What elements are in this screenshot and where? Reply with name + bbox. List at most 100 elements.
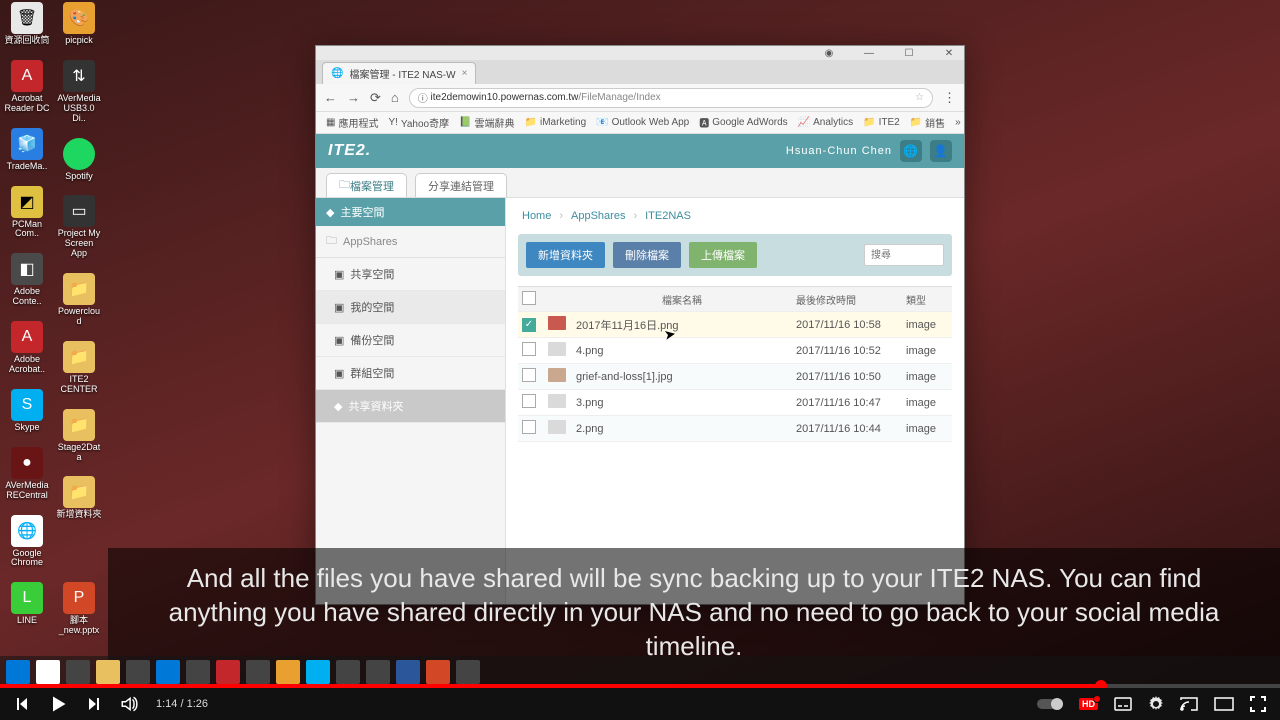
bookmark-item[interactable]: Y! Yahoo奇摩	[388, 115, 449, 130]
forward-button[interactable]: →	[347, 90, 360, 105]
taskbar-icon[interactable]	[186, 660, 210, 684]
taskbar-icon[interactable]	[366, 660, 390, 684]
globe-icon[interactable]: 🌐	[900, 140, 922, 162]
sidebar-item-backup-space[interactable]: ▣ 備份空間	[316, 324, 505, 357]
bookmark-item[interactable]: 📁 iMarketing	[525, 117, 587, 128]
desktop-icon[interactable]: SSkype	[4, 389, 50, 433]
fullscreen-button[interactable]	[1250, 696, 1266, 712]
sidebar-item-shared-folder[interactable]: ◆ 共享資料夾	[316, 390, 505, 423]
desktop-icon[interactable]: 📁新增資料夾	[56, 476, 102, 520]
tab-share-link[interactable]: 分享連結管理	[415, 173, 507, 197]
taskbar-icon[interactable]	[396, 660, 420, 684]
desktop-icon[interactable]: 📁ITE2 CENTER	[56, 341, 102, 395]
bookmark-star-icon[interactable]: ☆	[915, 92, 924, 103]
tab-close-icon[interactable]: ×	[462, 68, 468, 79]
sidebar-folder[interactable]: 🗀 AppShares	[316, 226, 505, 258]
next-button[interactable]	[86, 696, 102, 712]
desktop-icon[interactable]: ▭Project My Screen App	[56, 195, 102, 259]
taskbar-icon[interactable]	[426, 660, 450, 684]
bookmark-item[interactable]: 📁 ITE2	[863, 117, 900, 128]
taskbar-search[interactable]	[36, 660, 60, 684]
bookmark-item[interactable]: 📈 Analytics	[798, 117, 853, 128]
home-button[interactable]: ⌂	[391, 90, 399, 105]
previous-button[interactable]	[14, 696, 30, 712]
desktop-icon[interactable]: ◩PCMan Com..	[4, 186, 50, 240]
bookmark-item[interactable]: ▦ 應用程式	[326, 115, 378, 130]
subtitles-button[interactable]	[1114, 697, 1132, 711]
desktop-icon[interactable]: ●AVerMedia RECentral	[4, 447, 50, 501]
maximize-button[interactable]: ☐	[898, 48, 920, 59]
autoplay-toggle[interactable]	[1037, 697, 1063, 711]
close-button[interactable]: ✕	[938, 48, 960, 59]
tab-file-manage[interactable]: 🗀 檔案管理	[326, 173, 407, 197]
volume-button[interactable]	[120, 695, 138, 713]
taskbar-icon[interactable]	[246, 660, 270, 684]
quality-badge[interactable]: HD	[1079, 698, 1098, 710]
row-checkbox[interactable]	[522, 394, 536, 408]
bookmark-item[interactable]: 📧 Outlook Web App	[596, 117, 689, 128]
taskbar-icon[interactable]	[336, 660, 360, 684]
desktop-icon[interactable]: AAdobe Acrobat..	[4, 321, 50, 375]
bookmark-item[interactable]: 📗 雲端辭典	[459, 115, 514, 130]
desktop-icon[interactable]: 🎨picpick	[56, 2, 102, 46]
browser-tab[interactable]: 🌐 檔案管理 - ITE2 NAS-W ×	[322, 62, 476, 84]
table-row[interactable]: 2.png 2017/11/16 10:44 image	[518, 416, 952, 442]
table-row[interactable]: 4.png 2017/11/16 10:52 image	[518, 338, 952, 364]
desktop-icon[interactable]: 🌐Google Chrome	[4, 515, 50, 569]
upload-button[interactable]: 上傳檔案	[689, 242, 757, 268]
crumb-home[interactable]: Home	[522, 210, 551, 222]
table-row[interactable]: ✓ 2017年11月16日.png 2017/11/16 10:58 image	[518, 312, 952, 338]
col-type[interactable]: 類型	[902, 292, 952, 307]
sidebar-item-my-space[interactable]: ▣ 我的空間	[316, 291, 505, 324]
row-checkbox[interactable]	[522, 368, 536, 382]
search-input[interactable]	[864, 244, 944, 266]
settings-icon[interactable]	[1148, 696, 1164, 712]
desktop-icon[interactable]: 🧊TradeMa..	[4, 128, 50, 172]
desktop-icon[interactable]: AAcrobat Reader DC	[4, 60, 50, 114]
taskbar-icon[interactable]	[96, 660, 120, 684]
taskbar-icon[interactable]	[66, 660, 90, 684]
row-checkbox[interactable]	[522, 342, 536, 356]
taskbar-icon[interactable]	[126, 660, 150, 684]
theater-mode-button[interactable]	[1214, 697, 1234, 711]
crumb-appshares[interactable]: AppShares	[571, 210, 625, 222]
menu-icon[interactable]: ⋮	[943, 90, 956, 106]
desktop-icon[interactable]: LLINE	[4, 582, 50, 626]
taskbar-icon[interactable]	[156, 660, 180, 684]
desktop-icon[interactable]: Spotify	[56, 138, 102, 182]
desktop-icon[interactable]: P腳本_new.pptx	[56, 582, 102, 636]
desktop-icon[interactable]: ⇅AVerMedia USB3.0 Di..	[56, 60, 102, 124]
cast-icon[interactable]	[1180, 697, 1198, 711]
desktop-icon[interactable]: ◧Adobe Conte..	[4, 253, 50, 307]
start-button[interactable]	[6, 660, 30, 684]
desktop-icon[interactable]: 📁Powercloud	[56, 273, 102, 327]
bookmark-item[interactable]: 📁 銷售	[910, 115, 945, 130]
reload-button[interactable]: ⟳	[370, 90, 381, 106]
desktop-icon[interactable]: 🗑資源回收筒	[4, 2, 50, 46]
desktop-icon[interactable]: 📁Stage2Data	[56, 409, 102, 463]
play-button[interactable]	[48, 694, 68, 714]
bookmark-item[interactable]: 🅰 Google AdWords	[699, 115, 787, 130]
back-button[interactable]: ←	[324, 90, 337, 105]
col-name[interactable]: 檔案名稱	[572, 292, 792, 307]
table-row[interactable]: 3.png 2017/11/16 10:47 image	[518, 390, 952, 416]
sidebar-header[interactable]: ◆ 主要空間	[316, 198, 505, 226]
sidebar-item-shared-space[interactable]: ▣ 共享空間	[316, 258, 505, 291]
taskbar-icon[interactable]	[456, 660, 480, 684]
minimize-button[interactable]: —	[858, 48, 880, 59]
address-bar[interactable]: ⓘ ite2demowin10.powernas.com.tw /FileMan…	[409, 88, 933, 108]
url-path: /FileManage/Index	[578, 92, 660, 103]
table-row[interactable]: grief-and-loss[1].jpg 2017/11/16 10:50 i…	[518, 364, 952, 390]
taskbar-icon[interactable]	[216, 660, 240, 684]
row-checkbox[interactable]: ✓	[522, 318, 536, 332]
crumb-ite2nas[interactable]: ITE2NAS	[645, 210, 691, 222]
user-icon[interactable]: 👤	[930, 140, 952, 162]
taskbar-icon[interactable]	[306, 660, 330, 684]
checkbox-all[interactable]	[522, 291, 536, 305]
col-date[interactable]: 最後修改時間	[792, 292, 902, 307]
delete-button[interactable]: 刪除檔案	[613, 242, 681, 268]
row-checkbox[interactable]	[522, 420, 536, 434]
taskbar-icon[interactable]	[276, 660, 300, 684]
new-folder-button[interactable]: 新增資料夾	[526, 242, 605, 268]
sidebar-item-group-space[interactable]: ▣ 群組空間	[316, 357, 505, 390]
